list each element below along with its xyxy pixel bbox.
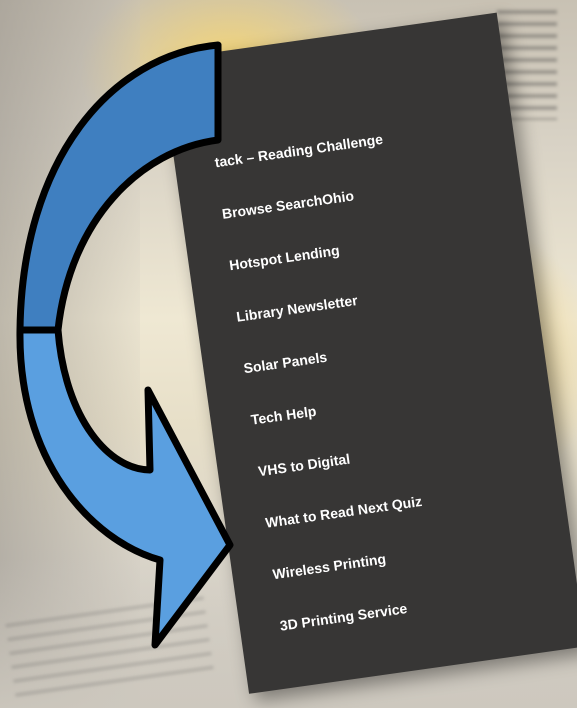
curved-arrow-icon bbox=[16, 41, 234, 649]
photo-scene: tack – Reading Challenge Browse SearchOh… bbox=[0, 0, 577, 708]
arrow-upper-band bbox=[16, 41, 222, 334]
arrow-lower-band bbox=[16, 326, 234, 649]
